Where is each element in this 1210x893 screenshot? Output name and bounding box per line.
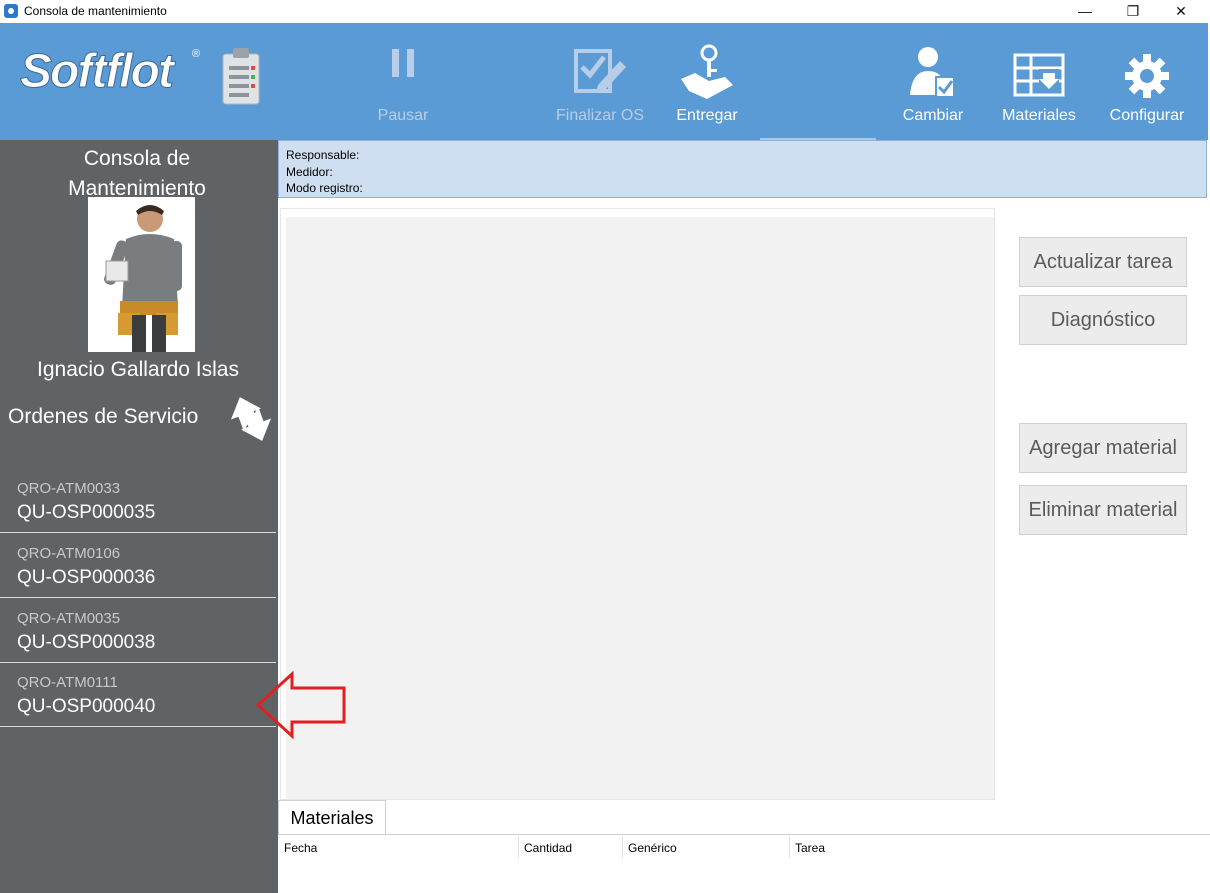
column-separator[interactable] [622,836,623,858]
remove-material-button[interactable]: Eliminar material [1019,485,1187,535]
hand-keys-icon [681,44,733,99]
order-code: QRO-ATM0111 [17,674,118,691]
close-button[interactable]: ✕ [1158,0,1204,23]
order-item[interactable]: QRO-ATM0106 QU-OSP000036 [0,533,276,598]
materials-label: Materiales [1002,107,1076,124]
order-item[interactable]: QRO-ATM0033 QU-OSP000035 [0,468,276,533]
tab-divider [278,834,1210,835]
order-number: QU-OSP000038 [17,632,156,653]
configure-label: Configurar [1109,107,1185,124]
column-header-fecha[interactable]: Fecha [284,841,317,855]
console-title: Consola de Mantenimiento [68,147,206,200]
minimize-button[interactable]: — [1062,0,1108,23]
column-header-generico[interactable]: Genérico [628,841,677,855]
app-icon [4,4,18,18]
user-name: Ignacio Gallardo Islas [37,358,239,381]
order-code: QRO-ATM0033 [17,480,121,497]
sync-icon[interactable] [224,392,278,446]
medidor-label: Medidor: [286,165,333,179]
clipboard-icon [222,48,260,105]
responsable-label: Responsable: [286,148,360,162]
user-avatar [88,197,195,352]
change-button[interactable]: Cambiar [893,23,973,140]
grid-download-icon [1013,53,1065,97]
add-material-button[interactable]: Agregar material [1019,423,1187,473]
finish-os-label: Finalizar OS [555,107,645,124]
softflot-logo: Softflot [20,45,175,99]
deliver-label: Entregar [676,107,738,124]
order-item[interactable]: QRO-ATM0111 QU-OSP000040 [0,662,276,727]
column-header-cantidad[interactable]: Cantidad [524,841,572,855]
diagnostic-button[interactable]: Diagnóstico [1019,295,1187,345]
materials-button[interactable]: Materiales [995,23,1083,140]
column-header-tarea[interactable]: Tarea [795,841,825,855]
order-number: QU-OSP000035 [17,502,156,523]
column-separator[interactable] [518,836,519,858]
pause-icon [392,49,414,77]
change-label: Cambiar [902,107,964,124]
window-title: Consola de mantenimiento [24,4,167,18]
order-number: QU-OSP000040 [17,696,156,717]
deliver-button[interactable]: Entregar [662,23,752,140]
technician-photo [88,197,195,352]
order-code: QRO-ATM0035 [17,610,121,627]
user-check-icon [910,47,955,98]
checklist-edit-icon [574,49,626,93]
finish-os-button[interactable]: Finalizar OS [550,23,650,140]
task-content-area [286,217,994,799]
info-bar: Responsable: Medidor: Modo registro: [278,140,1207,198]
logo-registered-mark: ® [192,48,201,60]
title-bar: Consola de mantenimiento — ❐ ✕ [0,0,1210,23]
tab-materials[interactable]: Materiales [278,800,386,834]
sidebar: Consola de Mantenimiento Ignacio Gallard… [0,140,278,893]
column-separator[interactable] [789,836,790,858]
restore-button[interactable]: ❐ [1110,0,1156,23]
gear-icon [1125,54,1169,98]
task-content-panel [280,208,995,800]
order-item[interactable]: QRO-ATM0035 QU-OSP000038 [0,598,276,663]
service-orders-title: Ordenes de Servicio [8,405,199,428]
order-code: QRO-ATM0106 [17,545,121,562]
configure-button[interactable]: Configurar [1102,23,1192,140]
modo-registro-label: Modo registro: [286,181,363,195]
annotation-arrow-icon [255,670,346,740]
pause-label: Pausar [377,107,429,124]
update-task-button[interactable]: Actualizar tarea [1019,237,1187,287]
order-number: QU-OSP000036 [17,567,156,588]
pause-button[interactable]: Pausar [358,23,448,140]
